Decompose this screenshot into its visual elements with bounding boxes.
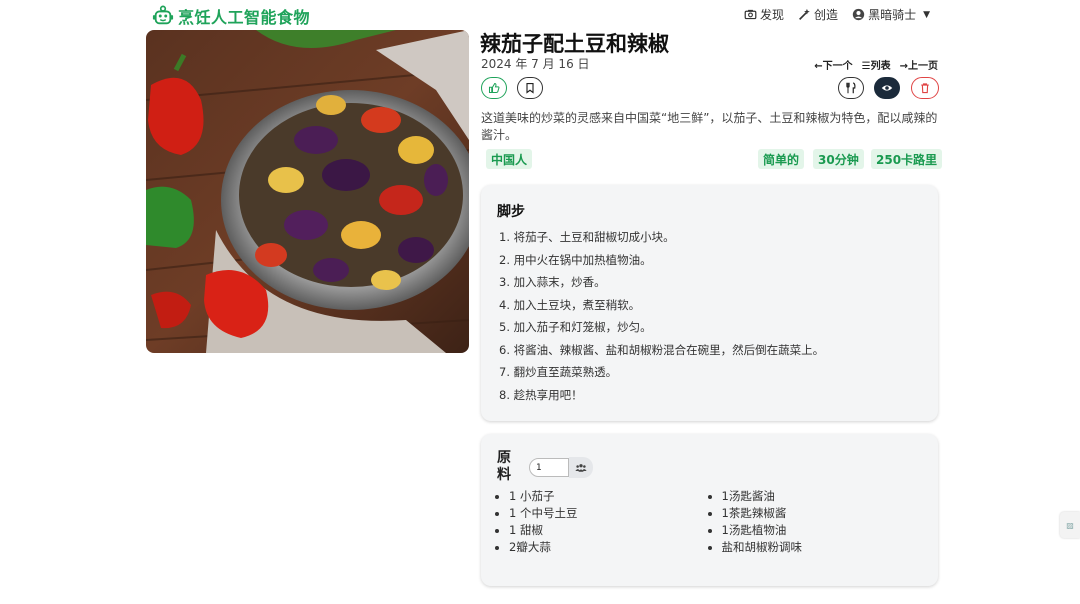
ingredient-item: 1 甜椒 [509,522,710,539]
user-menu[interactable]: 黑暗骑士 ▼ [852,6,930,23]
robot-chef-icon [152,5,174,25]
translate-widget-icon[interactable]: ▨ [1060,512,1080,538]
users-icon [575,463,587,472]
visibility-button[interactable] [874,77,900,99]
recipe-image [146,30,469,353]
eye-icon [881,85,893,91]
step-item: 6. 将酱油、辣椒酱、盐和胡椒粉混合在碗里，然后倒在蔬菜上。 [499,342,825,357]
ingredient-item: 1汤匙植物油 [722,522,923,539]
ingredients-card: 原料 1 1 小茄子 1 个中号土豆 1 甜椒 2瓣大蒜 1汤匙酱油 1茶匙辣椒… [481,434,938,586]
recipe-date: 2024 年 7 月 16 日 [481,57,590,71]
brand-link[interactable]: 烹饪人工智能食物 [152,4,310,28]
chevron-down-icon: ▼ [923,9,930,20]
thumbs-up-icon [488,82,500,94]
steps-list: 1. 将茄子、土豆和甜椒切成小块。 2. 用中火在锅中加热植物油。 3. 加入蒜… [497,226,922,406]
delete-button[interactable] [911,77,939,99]
servings-input[interactable]: 1 [529,458,569,477]
ingredient-item: 1 个中号土豆 [509,505,710,522]
recipe-title: 辣茄子配土豆和辣椒 [480,32,669,56]
ingredients-list-left: 1 小茄子 1 个中号土豆 1 甜椒 2瓣大蒜 [497,488,710,556]
nav-create[interactable]: 创造 [798,6,838,23]
trash-icon [921,83,929,94]
time-tag: 30分钟 [813,149,864,169]
brand-name: 烹饪人工智能食物 [178,8,311,27]
nav-discover-label: 发现 [760,8,785,22]
like-button[interactable] [481,77,507,99]
nav-discover[interactable]: 发现 [744,6,784,23]
magic-wand-icon [799,8,810,20]
step-item: 1. 将茄子、土豆和甜椒切成小块。 [499,230,675,244]
utensils-icon [846,82,856,94]
list-link[interactable]: ☰列表 [862,57,891,72]
servings-button[interactable] [569,457,593,478]
step-item: 8. 趁热享用吧！ [499,387,583,402]
ingredient-item: 2瓣大蒜 [509,539,710,556]
list-icon: ☰ [861,61,871,72]
step-item: 4. 加入土豆块，煮至稍软。 [499,297,641,312]
ingredient-item: 1汤匙酱油 [722,488,923,505]
steps-card: 脚步 1. 将茄子、土豆和甜椒切成小块。 2. 用中火在锅中加热植物油。 3. … [481,185,938,421]
camera-icon [744,9,757,20]
ingredient-item: 1 小茄子 [509,488,710,505]
ingredient-item: 盐和胡椒粉调味 [722,539,923,556]
bookmark-button[interactable] [517,77,543,99]
calories-tag: 250卡路里 [871,149,943,169]
step-item: 7. 翻炒直至蔬菜熟透。 [499,365,618,379]
recipe-description: 这道美味的炒菜的灵感来自中国菜“地三鲜”，以茄子、土豆和辣椒为特色，配以咸辣的酱… [481,111,938,142]
list-label: 列表 [870,61,891,72]
step-item: 2. 用中火在锅中加热植物油。 [499,252,652,267]
prev-link[interactable]: →上一页 [900,57,938,72]
difficulty-tag: 简单的 [758,149,805,169]
bookmark-icon [526,82,534,94]
ingredients-list-right: 1汤匙酱油 1茶匙辣椒酱 1汤匙植物油 盐和胡椒粉调味 [710,488,923,556]
nav-create-label: 创造 [814,8,839,22]
recipe-pager: ←下一个 ☰列表 →上一页 [814,57,938,72]
steps-heading: 脚步 [497,204,525,220]
step-item: 5. 加入茄子和灯笼椒，炒匀。 [499,320,652,334]
user-name: 黑暗骑士 [868,8,917,22]
step-item: 3. 加入蒜末，炒香。 [499,275,606,289]
cook-mode-button[interactable] [838,77,864,99]
next-link[interactable]: ←下一个 [814,57,852,72]
ingredients-heading: 原料 [497,450,511,483]
top-nav: 烹饪人工智能食物 发现 创造 黑暗骑士 ▼ [0,0,1080,30]
ingredient-item: 1茶匙辣椒酱 [722,505,923,522]
user-circle-icon [852,8,865,21]
servings-control: 1 [529,457,593,478]
cuisine-tag: 中国人 [486,149,533,169]
